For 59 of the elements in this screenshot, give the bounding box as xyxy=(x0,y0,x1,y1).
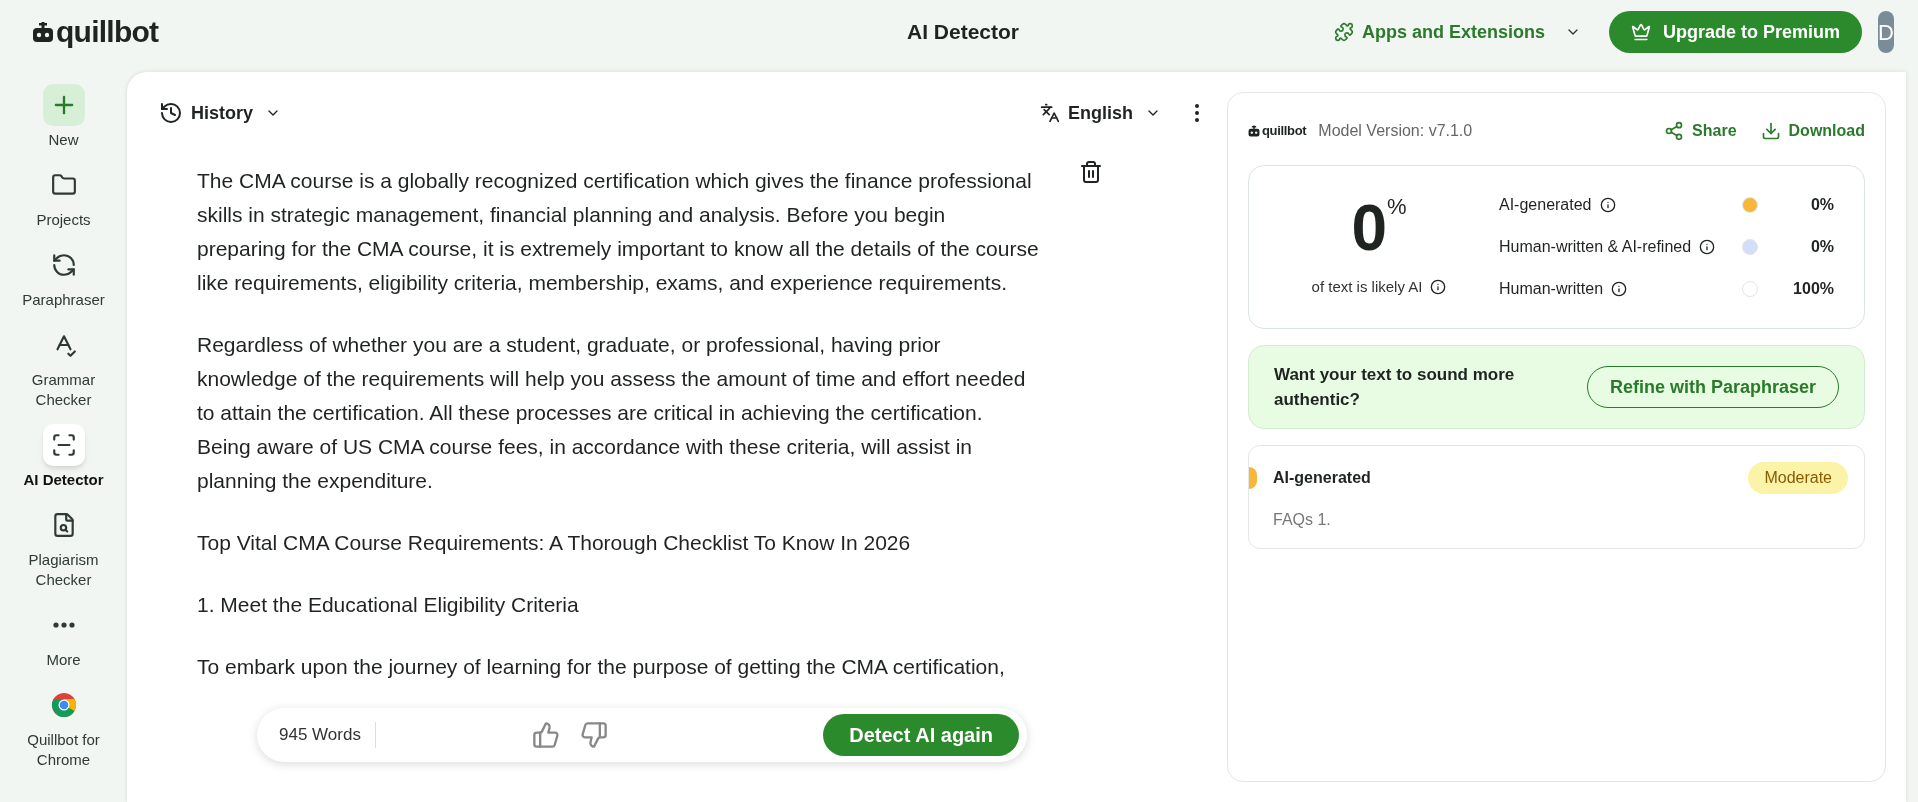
sidebar-item[interactable]: New xyxy=(8,84,119,150)
model-version: Model Version: v7.1.0 xyxy=(1318,121,1473,141)
quillbot-logo-text: quillbot xyxy=(1262,122,1307,141)
promo-text: Want your text to sound more authentic? xyxy=(1274,364,1516,411)
more-icon xyxy=(52,622,75,628)
paraphrase-icon xyxy=(50,252,77,278)
editor-paragraph: Regardless of whether you are a student, graduate, or professional, having prior knowledge of the requirements will help you assess the amount of time and effort needed to attain the certification. All these processes are critical in achieving the certification. Being aware of US CMA course fees, in accordance with these criteria, will assist in planning the expenditure. xyxy=(197,332,1027,494)
thumbs-down-icon[interactable] xyxy=(579,721,608,749)
legend-label: Human-written & AI-refined xyxy=(1499,237,1692,257)
robot-logo-icon xyxy=(32,21,54,43)
sidebar-item[interactable]: Paraphraser xyxy=(8,244,119,310)
language-menu[interactable]: English xyxy=(1040,99,1161,127)
thumbs-up-icon[interactable] xyxy=(531,721,560,749)
info-icon[interactable] xyxy=(1611,281,1628,297)
sidebar-item[interactable]: AI Detector xyxy=(8,424,119,490)
info-icon[interactable] xyxy=(1430,279,1447,295)
crown-icon xyxy=(1631,22,1652,42)
legend-label: Human-written xyxy=(1499,279,1604,299)
legend-value: 0% xyxy=(1809,237,1834,257)
detect-ai-button[interactable]: Detect AI again xyxy=(823,714,1019,756)
legend-value: 0% xyxy=(1809,195,1834,215)
segment-excerpt: FAQs 1. xyxy=(1272,510,1332,530)
severity-badge: Moderate xyxy=(1748,462,1848,494)
quillbot-logo-text: quillbot xyxy=(56,17,159,47)
sidebar-item[interactable]: Grammar Checker xyxy=(8,324,119,410)
sidebar-item[interactable]: More xyxy=(8,604,119,670)
translate-icon xyxy=(1040,103,1060,123)
editor-paragraph: To embark upon the journey of learning for the purpose of getting the CMA certification, xyxy=(197,654,1006,680)
download-icon xyxy=(1760,121,1781,141)
share-button[interactable]: Share xyxy=(1664,119,1737,143)
editor-paragraph: Top Vital CMA Course Requirements: A Thorough Checklist To Know In 2026 xyxy=(197,530,912,556)
editor-paragraph: The CMA course is a globally recognized certification which gives the finance professional skills in strategic management, financial planning and analysis. Before you begin preparing for the CMA course, it is extremely important to know all the details of the course like requirements, eligibility criteria, membership, exams, and experience requirements. xyxy=(197,168,1039,296)
segment-card[interactable]: AI-generated Moderate FAQs 1. xyxy=(1248,445,1865,549)
ai-score: 0 xyxy=(1351,195,1387,260)
editor-paragraph: 1. Meet the Educational Eligibility Criteria xyxy=(197,592,580,618)
folder-icon xyxy=(50,172,77,198)
score-caption: of text is likely AI xyxy=(1311,276,1423,297)
word-count: 945 Words xyxy=(279,722,376,748)
download-button[interactable]: Download xyxy=(1760,119,1865,143)
delete-icon[interactable] xyxy=(1079,160,1103,184)
info-icon[interactable] xyxy=(1599,197,1616,213)
info-icon[interactable] xyxy=(1699,239,1716,255)
upgrade-button[interactable]: Upgrade to Premium xyxy=(1609,11,1863,53)
history-icon xyxy=(159,101,183,125)
percent-sign: % xyxy=(1387,195,1407,218)
puzzle-icon xyxy=(1334,22,1355,42)
scan-icon xyxy=(50,432,77,458)
legend-label: AI-generated xyxy=(1499,195,1592,215)
robot-logo-icon xyxy=(1248,125,1260,137)
sidebar-item[interactable]: Plagiarism Checker xyxy=(8,504,119,590)
sidebar-item[interactable]: Projects xyxy=(8,164,119,230)
sidebar-item[interactable]: Quillbot for Chrome xyxy=(8,684,119,770)
page-title: AI Detector xyxy=(907,19,1019,46)
segment-label: AI-generated xyxy=(1273,468,1371,488)
share-icon xyxy=(1664,121,1685,141)
legend-value: 100% xyxy=(1792,279,1834,299)
apps-extensions-menu[interactable]: Apps and Extensions xyxy=(1322,12,1594,52)
history-menu[interactable]: History xyxy=(159,99,281,127)
chrome-icon xyxy=(50,692,77,718)
